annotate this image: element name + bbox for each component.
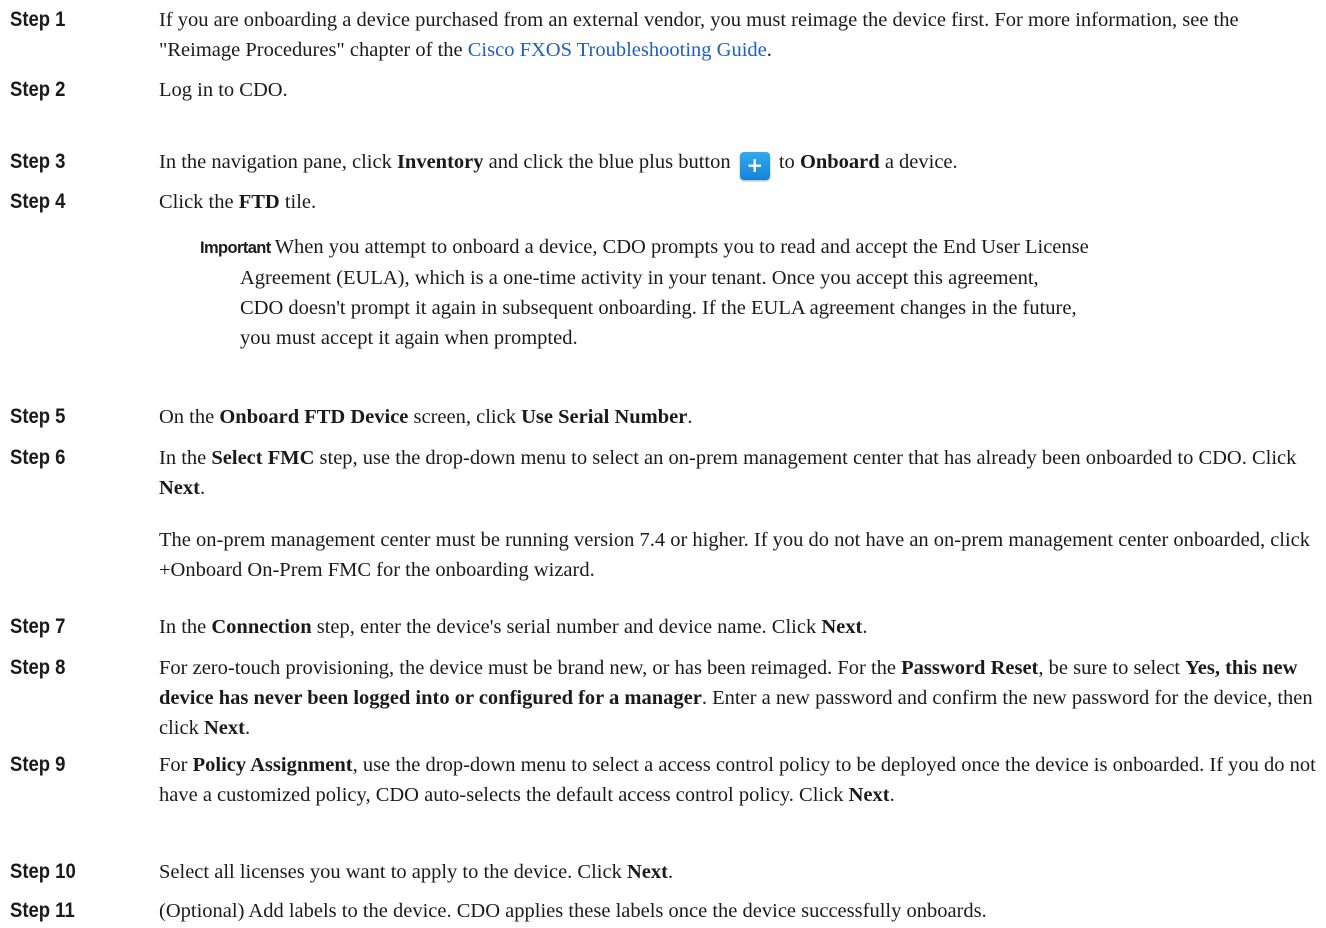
procedure-page: Step 1 If you are onboarding a device pu…	[0, 0, 1326, 928]
step-label: Step 3	[10, 150, 66, 173]
ftd-term: FTD	[238, 191, 280, 213]
important-text: When you attempt to onboard a device, CD…	[274, 236, 1089, 258]
step-text: If you are onboarding a device purchased…	[159, 5, 1319, 65]
important-line: you must accept it again when prompted.	[240, 327, 578, 349]
important-line: Important When you attempt to onboard a d…	[200, 232, 1315, 263]
step-text: Click the FTD tile.	[159, 187, 1319, 217]
step-text: Select all licenses you want to apply to…	[159, 857, 1319, 887]
step-label: Step 1	[10, 8, 66, 31]
step-text-part: .	[687, 406, 693, 428]
step-text-part: In the	[159, 447, 212, 469]
step-text-part: step, enter the device's serial number a…	[311, 616, 822, 638]
step-label: Step 11	[10, 899, 75, 922]
step-text-part: .	[862, 616, 868, 638]
step-label: Step 9	[10, 753, 66, 776]
onboard-term: Onboard	[799, 151, 880, 173]
step-text-part: In the navigation pane, click	[159, 151, 397, 173]
step-text: For zero-touch provisioning, the device …	[159, 653, 1319, 743]
use-serial-number-term: Use Serial Number	[521, 406, 688, 428]
step-text-part: .	[199, 477, 206, 499]
important-note: Important When you attempt to onboard a d…	[200, 232, 1315, 353]
step-label: Step 8	[10, 656, 66, 679]
step-label: Step 6	[10, 446, 66, 469]
step-label: Step 5	[10, 405, 66, 428]
onboard-ftd-device-term: Onboard FTD Device	[219, 406, 409, 428]
step-text-part: , be sure to select	[1038, 657, 1186, 679]
step-text: For Policy Assignment, use the drop-down…	[159, 750, 1319, 810]
important-tag: Important	[200, 239, 271, 257]
step-text-part: In the	[159, 616, 212, 638]
step-6-note-text: The on-prem management center must be ru…	[159, 529, 1311, 581]
next-term: Next	[821, 616, 863, 638]
step-label: Step 4	[10, 190, 66, 213]
important-line: Agreement (EULA), which is a one-time ac…	[240, 267, 1039, 289]
step-text-part: Click the	[159, 191, 239, 213]
troubleshooting-guide-link[interactable]: Cisco FXOS Troubleshooting Guide	[468, 39, 767, 61]
step-text: (Optional) Add labels to the device. CDO…	[159, 900, 987, 922]
step-text-part: For	[159, 754, 193, 776]
important-line: CDO doesn't prompt it again in subsequen…	[240, 297, 1077, 319]
step-6-note: The on-prem management center must be ru…	[159, 525, 1319, 585]
step-text-part: On the	[159, 406, 220, 428]
step-text-part: to	[773, 151, 800, 173]
next-term: Next	[159, 477, 200, 499]
next-term: Next	[203, 717, 245, 739]
step-text-part: .	[889, 784, 895, 806]
step-text-part: Select all licenses you want to apply to…	[159, 861, 627, 883]
step-text-part: .	[766, 39, 772, 61]
next-term: Next	[626, 861, 668, 883]
step-text-part: .	[244, 717, 251, 739]
select-fmc-term: Select FMC	[211, 447, 315, 469]
password-reset-term: Password Reset	[901, 657, 1039, 679]
step-text-part: a device.	[879, 151, 958, 173]
step-text-part: step, use the drop-down menu to select a…	[314, 447, 1297, 469]
step-text-part: tile.	[279, 191, 317, 213]
blue-plus-button-icon: +	[739, 152, 770, 180]
step-text: In the navigation pane, click Inventory …	[159, 147, 1319, 180]
step-text: On the Onboard FTD Device screen, click …	[159, 402, 1319, 432]
inventory-term: Inventory	[396, 151, 484, 173]
next-term: Next	[848, 784, 890, 806]
step-text-part: .	[667, 861, 674, 883]
step-text-part: For zero-touch provisioning, the device …	[159, 657, 902, 679]
step-text: In the Connection step, enter the device…	[159, 612, 1319, 642]
policy-assignment-term: Policy Assignment	[192, 754, 353, 776]
connection-term: Connection	[211, 616, 312, 638]
step-label: Step 2	[10, 78, 66, 101]
step-text: In the Select FMC step, use the drop-dow…	[159, 443, 1319, 503]
step-label: Step 7	[10, 615, 66, 638]
step-text: Log in to CDO.	[159, 79, 288, 101]
step-text-part: screen, click	[408, 406, 522, 428]
step-text-part: and click the blue plus button	[483, 151, 736, 173]
step-label: Step 10	[10, 860, 76, 883]
